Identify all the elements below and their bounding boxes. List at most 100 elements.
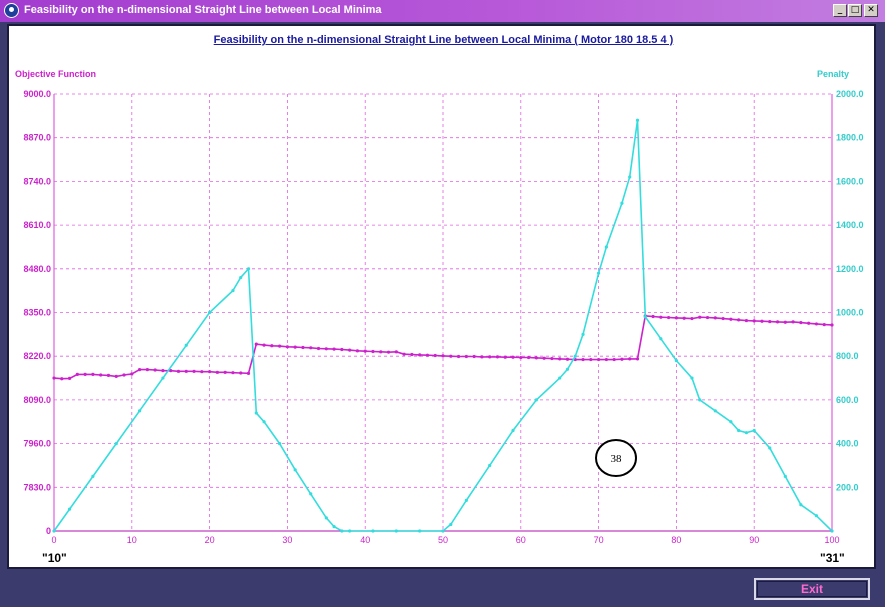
objective-point	[526, 355, 531, 360]
title-bar: Feasibility on the n-dimensional Straigh…	[0, 0, 885, 22]
minimize-button[interactable]: _	[833, 4, 847, 17]
objective-point	[550, 356, 554, 361]
penalty-point	[783, 474, 787, 478]
objective-point	[145, 368, 149, 372]
objective-point	[488, 355, 492, 359]
penalty-point	[628, 175, 632, 179]
objective-point	[604, 357, 608, 362]
penalty-point	[67, 507, 72, 511]
y-left-tick-label: 8220.0	[23, 351, 51, 361]
objective-point	[791, 320, 795, 324]
window-title: Feasibility on the n-dimensional Straigh…	[24, 4, 382, 16]
objective-point	[581, 357, 585, 362]
objective-point	[67, 376, 72, 380]
plot-panel: Feasibility on the n-dimensional Straigh…	[7, 24, 876, 569]
objective-point	[667, 315, 671, 320]
objective-point	[822, 323, 826, 327]
objective-point	[324, 347, 328, 351]
penalty-point	[208, 310, 212, 315]
objective-point	[775, 320, 780, 324]
x-tick-label: 100	[824, 535, 839, 545]
objective-point	[231, 371, 235, 375]
chart-svg: 0 10 20 30 40 50 60 70 80 90 100 0 7830.0 7960.0 8090.…	[15, 69, 864, 565]
objective-point	[278, 344, 282, 348]
y-right-tick-label: 1600.0	[836, 176, 864, 186]
penalty-point	[449, 522, 453, 527]
objective-point	[215, 370, 219, 374]
right-axis-label: Penalty	[817, 69, 849, 79]
penalty-point	[713, 409, 717, 413]
objective-point	[246, 371, 251, 375]
objective-point	[690, 316, 694, 321]
objective-point	[91, 372, 95, 376]
penalty-point	[309, 492, 313, 496]
penalty-point	[729, 420, 733, 424]
penalty-point	[830, 529, 834, 533]
objective-point	[99, 373, 103, 377]
objective-point	[394, 350, 398, 354]
y-left-tick-label: 8870.0	[23, 133, 51, 143]
objective-point	[176, 369, 181, 373]
objective-point	[768, 319, 772, 324]
app-icon	[4, 3, 19, 18]
penalty-point	[418, 529, 422, 533]
objective-point	[332, 347, 336, 351]
penalty-point	[91, 474, 95, 478]
objective-point	[674, 316, 679, 320]
objective-point	[340, 347, 344, 352]
objective-point	[75, 372, 79, 376]
x-tick-label: 30	[282, 535, 292, 545]
objective-point	[612, 357, 616, 362]
penalty-point	[768, 446, 772, 450]
exit-button[interactable]: Exit	[754, 578, 870, 600]
penalty-point	[814, 514, 819, 518]
objective-point	[620, 357, 624, 361]
objective-point	[760, 319, 764, 323]
objective-point	[752, 319, 756, 323]
y-right-tick-label: 800.0	[836, 351, 859, 361]
objective-point	[737, 318, 741, 322]
penalty-point	[231, 289, 235, 293]
penalty-point	[674, 358, 679, 363]
penalty-point	[635, 118, 640, 122]
penalty-point	[565, 367, 570, 371]
objective-point	[682, 316, 686, 320]
objective-point	[348, 348, 352, 352]
objective-point	[713, 316, 717, 320]
objective-point	[558, 357, 562, 361]
application-window: Feasibility on the n-dimensional Straigh…	[0, 0, 885, 607]
left-axis-label: Objective Function	[15, 69, 96, 79]
penalty-point	[246, 267, 251, 271]
objective-point	[480, 355, 484, 359]
objective-point	[456, 354, 461, 359]
penalty-point	[332, 525, 336, 529]
penalty-point	[239, 275, 243, 280]
objective-point	[721, 316, 725, 321]
penalty-point	[464, 498, 468, 503]
objective-point	[830, 323, 834, 327]
objective-point	[659, 315, 663, 319]
objective-point	[511, 355, 515, 359]
penalty-point	[597, 271, 601, 275]
objective-point	[223, 370, 227, 374]
penalty-point	[604, 245, 608, 249]
objective-point	[60, 377, 64, 381]
objective-point	[285, 345, 289, 349]
penalty-point	[254, 411, 258, 415]
objective-point	[744, 318, 749, 323]
objective-point	[425, 353, 430, 357]
penalty-point	[534, 398, 538, 402]
objective-point	[402, 352, 406, 356]
bottom-bar: Exit	[0, 569, 885, 607]
objective-point	[184, 369, 188, 373]
objective-point	[137, 368, 142, 372]
objective-point	[449, 354, 453, 358]
objective-point	[799, 320, 803, 325]
maximize-button[interactable]: □	[848, 4, 862, 17]
annotation-label: 38	[611, 453, 623, 465]
objective-point	[503, 355, 507, 359]
close-button[interactable]: ✕	[864, 4, 878, 17]
objective-point	[542, 356, 546, 360]
penalty-point	[114, 442, 118, 446]
penalty-point	[573, 354, 577, 358]
